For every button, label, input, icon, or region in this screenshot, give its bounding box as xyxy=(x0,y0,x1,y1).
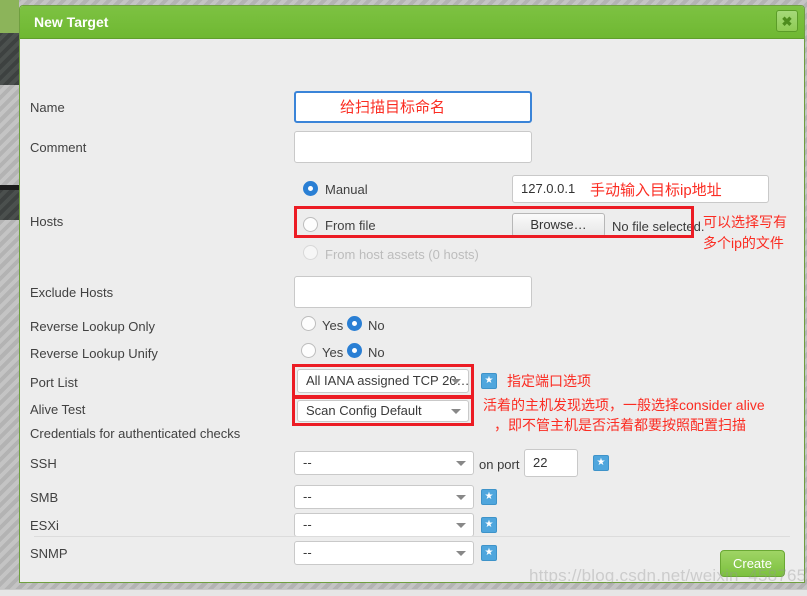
port-list-select[interactable]: All IANA assigned TCP 20… xyxy=(297,369,469,393)
annotation-name: 给扫描目标命名 xyxy=(340,99,446,116)
radio-hosts-manual[interactable] xyxy=(303,181,318,196)
browse-button[interactable]: Browse… xyxy=(512,213,605,237)
label-exclude-hosts: Exclude Hosts xyxy=(30,285,114,300)
comment-input[interactable] xyxy=(294,131,532,163)
label-esxi: ESXi xyxy=(30,518,59,533)
radio-hosts-from-assets[interactable] xyxy=(303,245,318,260)
label-reverse-lookup-only: Reverse Lookup Only xyxy=(30,319,156,334)
snmp-credential-value: -- xyxy=(303,545,312,560)
dialog-titlebar: New Target ✖ xyxy=(20,6,804,39)
esxi-credential-select[interactable]: -- xyxy=(294,513,474,537)
label-reverse-lookup-only-no: No xyxy=(368,318,385,333)
chevron-down-icon-smb xyxy=(456,495,466,500)
radio-reverse-lookup-only-no[interactable] xyxy=(347,316,362,331)
label-comment: Comment xyxy=(30,140,87,155)
dialog-body: Name 给扫描目标命名 Comment Hosts Manual 127.0.… xyxy=(20,39,804,582)
label-snmp: SNMP xyxy=(30,546,68,561)
star-icon-port-list[interactable]: ★ xyxy=(481,373,497,389)
star-icon-snmp[interactable]: ★ xyxy=(481,545,497,561)
chevron-down-icon-alive xyxy=(451,409,461,414)
footer-separator xyxy=(34,536,790,537)
label-reverse-lookup-unify-no: No xyxy=(368,345,385,360)
alive-test-value: Scan Config Default xyxy=(306,403,422,418)
label-hosts: Hosts xyxy=(30,214,64,229)
ssh-credential-value: -- xyxy=(303,455,312,470)
radio-hosts-from-file[interactable] xyxy=(303,217,318,232)
exclude-hosts-input[interactable] xyxy=(294,276,532,308)
star-icon-esxi[interactable]: ★ xyxy=(481,517,497,533)
label-ssh-on-port: on port xyxy=(479,457,520,472)
chevron-down-icon-ssh xyxy=(456,461,466,466)
label-port-list: Port List xyxy=(30,375,78,390)
ssh-credential-select[interactable]: -- xyxy=(294,451,474,475)
snmp-credential-select[interactable]: -- xyxy=(294,541,474,565)
label-name: Name xyxy=(30,100,65,115)
annotation-hosts-manual: 手动输入目标ip地址 xyxy=(590,182,722,199)
star-icon-ssh[interactable]: ★ xyxy=(593,455,609,471)
label-smb: SMB xyxy=(30,490,59,505)
label-hosts-manual: Manual xyxy=(325,182,368,197)
alive-test-select[interactable]: Scan Config Default xyxy=(297,400,469,422)
smb-credential-value: -- xyxy=(303,489,312,504)
label-reverse-lookup-unify-yes: Yes xyxy=(322,345,344,360)
esxi-credential-value: -- xyxy=(303,517,312,532)
radio-reverse-lookup-unify-yes[interactable] xyxy=(301,343,316,358)
backdrop-dark-band-bottom xyxy=(0,190,19,220)
annotation-alive-test-line2: ，即不管主机是否活着都要按照配置扫描 xyxy=(494,417,746,433)
smb-credential-select[interactable]: -- xyxy=(294,485,474,509)
ssh-port-input[interactable]: 22 xyxy=(524,449,578,477)
star-icon-smb[interactable]: ★ xyxy=(481,489,497,505)
label-reverse-lookup-unify: Reverse Lookup Unify xyxy=(30,346,158,361)
annotation-from-file-line2: 多个ip的文件 xyxy=(703,235,784,251)
label-reverse-lookup-only-yes: Yes xyxy=(322,318,344,333)
backdrop-green-band xyxy=(0,0,19,33)
chevron-down-icon-esxi xyxy=(456,523,466,528)
chevron-down-icon-snmp xyxy=(456,551,466,556)
radio-reverse-lookup-unify-no[interactable] xyxy=(347,343,362,358)
file-status-text: No file selected. xyxy=(612,219,705,234)
label-hosts-from-assets: From host assets (0 hosts) xyxy=(325,247,479,262)
label-alive-test: Alive Test xyxy=(30,402,86,417)
dialog-title: New Target xyxy=(34,14,109,30)
label-ssh: SSH xyxy=(30,456,57,471)
radio-reverse-lookup-only-yes[interactable] xyxy=(301,316,316,331)
port-list-value: All IANA assigned TCP 20… xyxy=(306,373,469,388)
create-button[interactable]: Create xyxy=(720,550,785,577)
backdrop-dark-band-top xyxy=(0,33,19,85)
annotation-from-file-line1: 可以选择写有 xyxy=(703,214,787,230)
annotation-alive-test-line1: 活着的主机发现选项，一般选择consider alive xyxy=(483,397,765,413)
label-credentials-heading: Credentials for authenticated checks xyxy=(30,426,241,441)
close-icon[interactable]: ✖ xyxy=(776,10,798,32)
annotation-port-list: 指定端口选项 xyxy=(507,373,591,389)
new-target-dialog: New Target ✖ Name 给扫描目标命名 Comment Hosts … xyxy=(19,5,805,583)
label-hosts-from-file: From file xyxy=(325,218,376,233)
chevron-down-icon xyxy=(451,379,461,384)
